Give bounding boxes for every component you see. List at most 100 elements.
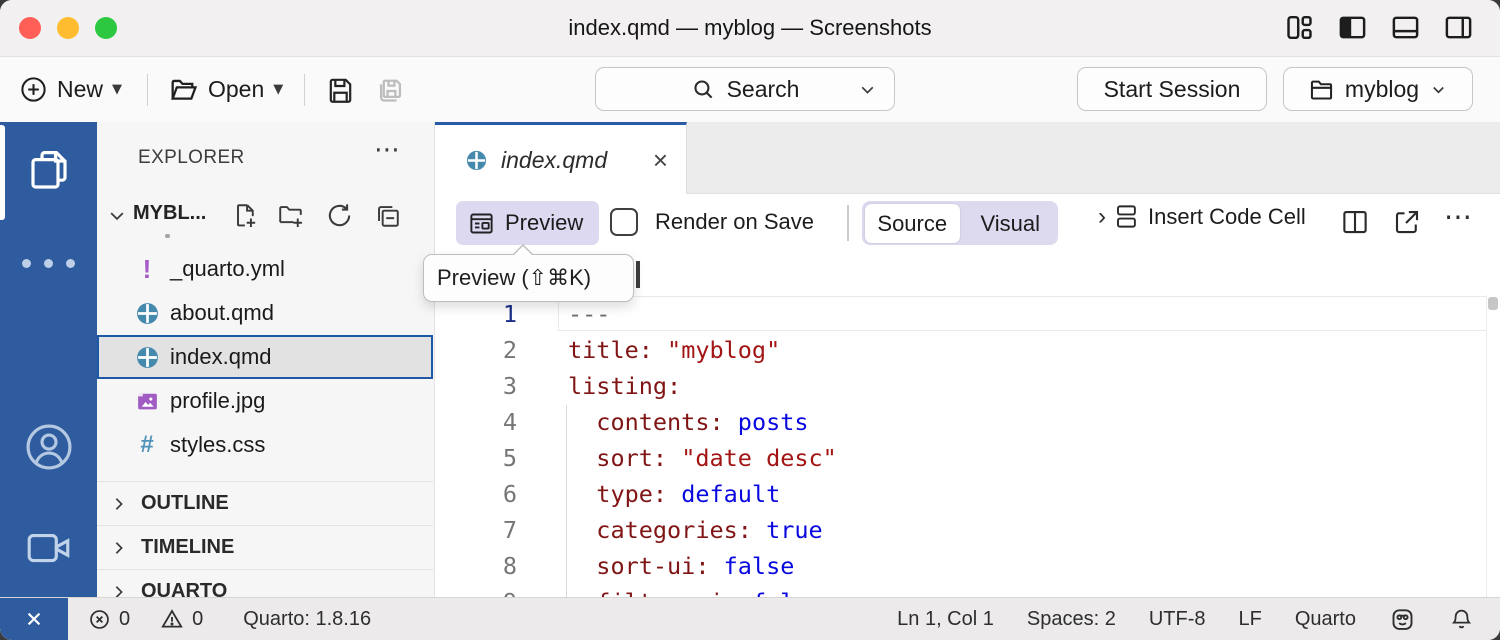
toggle-right-panel-icon[interactable] xyxy=(1443,12,1474,43)
insert-code-cell-button[interactable]: › Insert Code Cell xyxy=(1098,203,1306,230)
line-number[interactable]: 2 xyxy=(435,332,517,368)
chevron-right-icon xyxy=(110,495,128,513)
image-icon xyxy=(133,389,161,414)
new-file-icon[interactable] xyxy=(231,201,260,230)
file-list: ! _quarto.yml about.qmd index.qmd profile.jp… xyxy=(97,247,433,467)
line-number[interactable]: 9 xyxy=(435,584,517,598)
open-in-new-window-icon[interactable] xyxy=(1392,207,1422,237)
line-number[interactable]: 8 xyxy=(435,548,517,584)
visual-mode-button[interactable]: Visual xyxy=(963,204,1059,243)
open-folder-icon xyxy=(168,74,200,106)
more-actions-icon[interactable]: ⋯ xyxy=(1444,200,1473,233)
code-line-2: 2title: "myblog" xyxy=(435,332,1500,368)
project-name-label: myblog xyxy=(1345,76,1419,103)
file-row-_quarto.yml[interactable]: ! _quarto.yml xyxy=(97,247,433,291)
explorer-more-actions-icon[interactable]: ⋯ xyxy=(374,134,402,165)
code-text: sort: "date desc" xyxy=(517,440,837,476)
scrollbar-thumb[interactable] xyxy=(1488,297,1498,310)
explorer-title: EXPLORER xyxy=(138,147,245,169)
close-tab-icon[interactable]: × xyxy=(653,147,668,173)
file-name-label: styles.css xyxy=(170,432,265,458)
file-row-about.qmd[interactable]: about.qmd xyxy=(97,291,433,335)
render-on-save-checkbox[interactable] xyxy=(610,208,638,236)
project-selector-button[interactable]: myblog xyxy=(1283,67,1473,111)
sidebar-sections: OUTLINE TIMELINE QUARTO xyxy=(97,481,433,598)
toggle-bottom-panel-icon[interactable] xyxy=(1390,12,1421,43)
line-number[interactable]: 4 xyxy=(435,404,517,440)
toggle-left-panel-icon[interactable] xyxy=(1337,12,1368,43)
code-line-7: 7 categories: true xyxy=(435,512,1500,548)
explorer-view-icon[interactable] xyxy=(0,146,97,194)
line-number[interactable]: 6 xyxy=(435,476,517,512)
section-label: TIMELINE xyxy=(141,536,234,559)
render-on-save-label: Render on Save xyxy=(655,209,814,235)
eol-status[interactable]: LF xyxy=(1239,608,1262,631)
yaml-icon: ! xyxy=(133,256,161,282)
file-row-index.qmd[interactable]: index.qmd xyxy=(97,335,433,379)
workspace-section-header[interactable]: MYBL... xyxy=(97,198,434,234)
insert-code-cell-label: Insert Code Cell xyxy=(1148,204,1306,230)
remote-icon xyxy=(21,606,47,632)
quarto-file-icon xyxy=(465,149,488,172)
sidebar-section-timeline[interactable]: TIMELINE xyxy=(97,525,433,569)
source-mode-button[interactable]: Source xyxy=(865,204,961,243)
open-button[interactable]: Open ▼ xyxy=(168,57,283,122)
preview-tooltip: Preview (⇧⌘K) xyxy=(423,254,634,302)
feedback-smiley-icon[interactable] xyxy=(1389,606,1416,633)
file-name-label: about.qmd xyxy=(170,300,274,326)
sidebar-section-quarto[interactable]: QUARTO xyxy=(97,569,433,598)
new-button[interactable]: New ▼ xyxy=(19,57,122,122)
more-views-icon[interactable] xyxy=(0,259,97,268)
error-icon xyxy=(88,608,111,631)
split-editor-icon[interactable] xyxy=(1340,207,1370,237)
code-cells-icon xyxy=(1115,203,1139,230)
titlebar: index.qmd — myblog — Screenshots xyxy=(0,0,1500,57)
file-name-label: index.qmd xyxy=(170,344,272,370)
code-line-8: 8 sort-ui: false xyxy=(435,548,1500,584)
chevron-down-icon xyxy=(107,206,127,226)
file-row-profile.jpg[interactable]: profile.jpg xyxy=(97,379,433,423)
indentation-status[interactable]: Spaces: 2 xyxy=(1027,608,1116,631)
new-folder-icon[interactable] xyxy=(275,201,306,230)
code-line-9: 9 filter-ui: fal xyxy=(435,584,1500,598)
quarto-version-status[interactable]: Quarto: 1.8.16 xyxy=(243,608,371,631)
editor-group: index.qmd × Preview Render on Save Sourc… xyxy=(435,122,1500,598)
customize-layout-icon[interactable] xyxy=(1284,12,1315,43)
code-text: categories: true xyxy=(517,512,823,548)
start-session-button[interactable]: Start Session xyxy=(1077,67,1267,111)
search-input[interactable]: Search xyxy=(595,67,895,111)
search-icon xyxy=(691,77,716,102)
language-mode-status[interactable]: Quarto xyxy=(1295,608,1356,631)
tab-bar: index.qmd × xyxy=(435,122,1500,194)
remote-indicator[interactable] xyxy=(0,598,68,640)
toolbar-divider xyxy=(304,74,305,106)
line-number[interactable]: 7 xyxy=(435,512,517,548)
preview-button[interactable]: Preview xyxy=(456,201,599,245)
collapse-all-icon[interactable] xyxy=(373,201,402,230)
line-number[interactable]: 3 xyxy=(435,368,517,404)
folder-icon xyxy=(1308,76,1335,103)
video-icon[interactable] xyxy=(0,526,97,570)
refresh-icon[interactable] xyxy=(325,201,354,230)
chevron-down-icon xyxy=(857,79,878,100)
line-number[interactable]: 5 xyxy=(435,440,517,476)
section-label: OUTLINE xyxy=(141,492,229,515)
account-icon[interactable] xyxy=(0,420,97,474)
notifications-bell-icon[interactable] xyxy=(1449,607,1474,632)
encoding-status[interactable]: UTF-8 xyxy=(1149,608,1206,631)
problems-status[interactable]: 0 0 xyxy=(88,607,203,631)
new-button-label: New xyxy=(57,76,103,103)
sidebar-section-outline[interactable]: OUTLINE xyxy=(97,481,433,525)
save-all-button[interactable] xyxy=(373,57,408,122)
code-line-5: 5 sort: "date desc" xyxy=(435,440,1500,476)
file-row-styles.css[interactable]: #styles.css xyxy=(97,423,433,467)
editor-toolbar: Preview Render on Save Source Visual › I… xyxy=(435,194,1500,252)
chevron-down-icon: ▼ xyxy=(273,82,283,97)
code-editor[interactable]: 1---2title: "myblog"3listing:4 contents:… xyxy=(435,295,1500,598)
file-name-label: _quarto.yml xyxy=(170,256,285,282)
cursor-position-status[interactable]: Ln 1, Col 1 xyxy=(897,608,994,631)
save-button[interactable] xyxy=(325,57,356,122)
insert-cell-icon: › xyxy=(1098,204,1106,230)
quarto-icon xyxy=(133,301,161,326)
tab-index-qmd[interactable]: index.qmd × xyxy=(435,122,687,195)
